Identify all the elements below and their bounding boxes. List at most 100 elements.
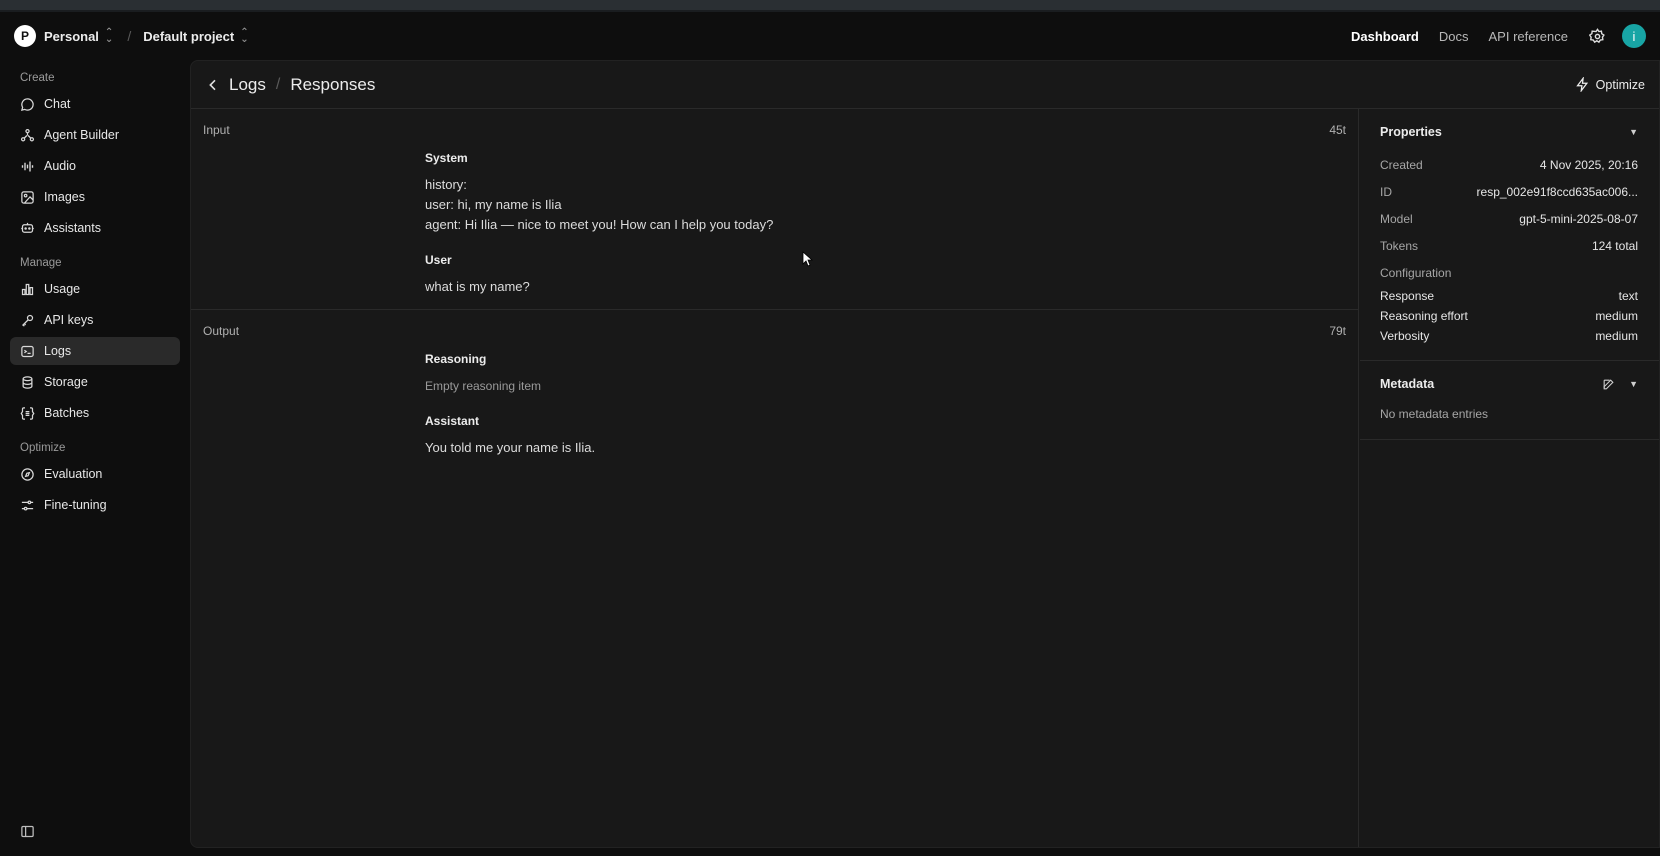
- sidebar-item-fine-tuning[interactable]: Fine-tuning: [10, 491, 180, 519]
- sidebar-item-label: Audio: [44, 159, 76, 173]
- nav-dashboard[interactable]: Dashboard: [1351, 29, 1419, 44]
- back-chevron-icon[interactable]: [205, 77, 221, 93]
- reasoning-role-label: Reasoning: [425, 352, 487, 366]
- reasoning-message: Reasoning Empty reasoning item: [425, 352, 1346, 396]
- prop-value: text: [1618, 289, 1638, 303]
- sidebar-item-label: Images: [44, 190, 85, 204]
- properties-header[interactable]: Properties ▼: [1360, 113, 1659, 151]
- prop-key: Configuration: [1380, 265, 1452, 280]
- user-role-label: User: [425, 253, 452, 267]
- sidebar-item-label: Assistants: [44, 221, 101, 235]
- sidebar-item-label: Storage: [44, 375, 88, 389]
- prop-reasoning-effort: Reasoning effort medium: [1360, 306, 1659, 326]
- workspace-avatar[interactable]: P: [14, 25, 36, 47]
- section-divider: [1360, 360, 1659, 361]
- response-content: Input 45t System history: user: hi, my n…: [191, 109, 1359, 847]
- output-label: Output: [203, 324, 240, 338]
- sidebar-item-label: Logs: [44, 344, 72, 358]
- project-switcher[interactable]: Default project ⌃ ⌄: [143, 28, 248, 45]
- breadcrumb-separator: /: [275, 75, 281, 93]
- prop-value: 4 Nov 2025, 20:16: [1539, 157, 1638, 172]
- system-role-label: System: [425, 151, 468, 165]
- metadata-empty-text: No metadata entries: [1380, 407, 1489, 421]
- mouse-cursor-icon: [802, 251, 814, 267]
- top-nav: Dashboard Docs API reference i: [1351, 24, 1646, 48]
- logs-icon: [20, 344, 35, 359]
- sidebar-item-api-keys[interactable]: API keys: [10, 306, 180, 334]
- sidebar-item-evaluation[interactable]: Evaluation: [10, 460, 180, 488]
- system-line: agent: Hi Ilia — nice to meet you! How c…: [425, 217, 774, 232]
- properties-title: Properties: [1380, 125, 1442, 139]
- prop-value: medium: [1595, 309, 1638, 323]
- optimize-label: Optimize: [1595, 77, 1645, 92]
- top-bar: P Personal ⌃ ⌄ / Default project ⌃ ⌄ Dashb…: [0, 12, 1660, 60]
- sidebar-item-label: Fine-tuning: [44, 498, 107, 512]
- gear-icon[interactable]: [1588, 27, 1606, 45]
- chevron-updown-icon: ⌃ ⌄: [104, 27, 114, 45]
- page-header: Logs / Responses Optimize: [191, 61, 1659, 109]
- system-line: history:: [425, 177, 467, 192]
- user-message: User what is my name?: [425, 253, 1346, 297]
- breadcrumb-separator: /: [127, 28, 132, 44]
- assistant-role-label: Assistant: [425, 414, 480, 428]
- project-name: Default project: [143, 28, 235, 44]
- nav-api-reference[interactable]: API reference: [1489, 29, 1569, 44]
- agent-builder-icon: [20, 128, 35, 143]
- chat-icon: [20, 97, 35, 112]
- input-label: Input: [203, 123, 230, 137]
- sidebar-item-label: Evaluation: [44, 467, 103, 481]
- nav-docs[interactable]: Docs: [1439, 29, 1469, 44]
- caret-down-icon[interactable]: ▼: [1629, 127, 1638, 137]
- sidebar-item-images[interactable]: Images: [10, 183, 180, 211]
- storage-icon: [20, 375, 35, 390]
- output-header: Output 79t: [203, 310, 1346, 352]
- input-header: Input 45t: [203, 109, 1346, 151]
- page-title: Responses: [290, 74, 376, 94]
- output-token-count: 79t: [1329, 324, 1346, 338]
- sidebar-item-logs[interactable]: Logs: [10, 337, 180, 365]
- sidebar-toggle-icon[interactable]: [20, 824, 36, 840]
- sidebar-item-label: Agent Builder: [44, 128, 120, 142]
- workspace-name: Personal: [44, 28, 99, 44]
- user-avatar[interactable]: i: [1622, 24, 1646, 48]
- workspace-switcher[interactable]: Personal ⌃ ⌄: [44, 27, 114, 45]
- prop-configuration: Configuration: [1360, 259, 1659, 286]
- window-top-strip: [0, 0, 1660, 12]
- edit-icon[interactable]: [1602, 378, 1615, 391]
- sidebar-item-storage[interactable]: Storage: [10, 368, 180, 396]
- app-window: P Personal ⌃ ⌄ / Default project ⌃ ⌄ Dashb…: [0, 0, 1660, 856]
- sidebar-item-batches[interactable]: Batches: [10, 399, 180, 427]
- sidebar-item-audio[interactable]: Audio: [10, 152, 180, 180]
- optimize-button[interactable]: Optimize: [1575, 77, 1645, 92]
- prop-created: Created 4 Nov 2025, 20:16: [1360, 151, 1659, 178]
- sidebar-item-label: Usage: [44, 282, 81, 296]
- breadcrumb-logs[interactable]: Logs: [229, 75, 266, 95]
- prop-value: gpt-5-mini-2025-08-07: [1519, 211, 1638, 226]
- prop-value[interactable]: resp_002e91f8ccd635ac006...: [1477, 185, 1638, 199]
- prop-key: Created: [1380, 157, 1423, 172]
- prop-key: Tokens: [1380, 238, 1419, 253]
- main-panel: Logs / Responses Optimize Input 45t Syst…: [190, 60, 1660, 848]
- sidebar-item-agent-builder[interactable]: Agent Builder: [10, 121, 180, 149]
- section-divider: [1360, 439, 1659, 440]
- sidebar-item-label: Batches: [44, 406, 90, 420]
- prop-id: ID resp_002e91f8ccd635ac006...: [1360, 178, 1659, 205]
- prop-response: Response text: [1360, 286, 1659, 306]
- prop-model: Model gpt-5-mini-2025-08-07: [1360, 205, 1659, 232]
- metadata-header: Metadata ▼: [1360, 365, 1659, 403]
- output-section: Output 79t Reasoning Empty reasoning ite…: [191, 310, 1358, 458]
- audio-icon: [20, 159, 35, 174]
- sidebar-item-assistants[interactable]: Assistants: [10, 214, 180, 242]
- sidebar-section-optimize: Optimize: [20, 442, 66, 454]
- sidebar-item-usage[interactable]: Usage: [10, 275, 180, 303]
- assistants-icon: [20, 221, 35, 236]
- batches-icon: [20, 406, 35, 421]
- evaluation-icon: [20, 467, 35, 482]
- input-token-count: 45t: [1329, 123, 1346, 137]
- sidebar-item-label: Chat: [44, 97, 71, 111]
- prop-key: Reasoning effort: [1380, 309, 1468, 323]
- metadata-actions: ▼: [1602, 378, 1638, 391]
- caret-down-icon[interactable]: ▼: [1629, 379, 1638, 389]
- assistant-message-text: You told me your name is Ilia.: [425, 440, 596, 455]
- sidebar-item-chat[interactable]: Chat: [10, 90, 180, 118]
